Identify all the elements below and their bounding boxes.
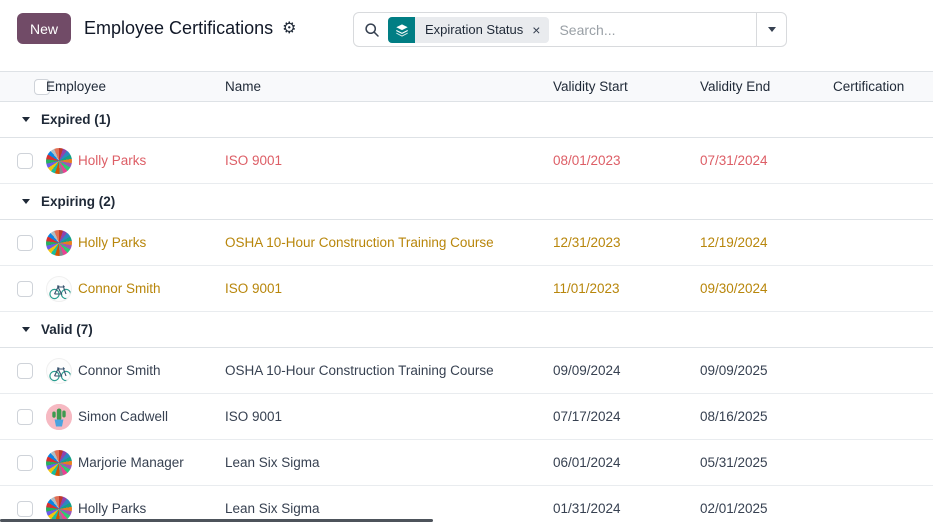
employee-name: Simon Cadwell bbox=[78, 409, 168, 424]
search-bar[interactable]: Expiration Status × Search... bbox=[353, 12, 787, 47]
avatar bbox=[46, 404, 72, 430]
certification-cell bbox=[833, 348, 933, 394]
table-row[interactable]: Holly Parks Lean Six Sigma 01/31/2024 02… bbox=[0, 486, 933, 522]
employee-name: Connor Smith bbox=[78, 281, 161, 296]
certification-cell bbox=[833, 266, 933, 312]
table-row[interactable]: Simon Cadwell ISO 9001 07/17/2024 08/16/… bbox=[0, 394, 933, 440]
validity-end: 08/16/2025 bbox=[700, 394, 833, 440]
search-input[interactable]: Search... bbox=[559, 22, 756, 38]
row-checkbox[interactable] bbox=[17, 235, 33, 251]
new-button[interactable]: New bbox=[17, 13, 71, 44]
group-label: Expiring (2) bbox=[41, 194, 115, 209]
certification-name: OSHA 10-Hour Construction Training Cours… bbox=[225, 348, 553, 394]
employee-name: Holly Parks bbox=[78, 501, 146, 516]
row-checkbox[interactable] bbox=[17, 409, 33, 425]
avatar bbox=[46, 230, 72, 256]
group-header-expired[interactable]: Expired (1) bbox=[0, 102, 933, 138]
table-row[interactable]: Holly Parks OSHA 10-Hour Construction Tr… bbox=[0, 220, 933, 266]
validity-end: 09/09/2025 bbox=[700, 348, 833, 394]
breadcrumb-area: New Employee Certifications ⚙ bbox=[17, 13, 296, 44]
row-checkbox[interactable] bbox=[17, 281, 33, 297]
validity-end: 12/19/2024 bbox=[700, 220, 833, 266]
table-row[interactable]: Holly Parks ISO 9001 08/01/2023 07/31/20… bbox=[0, 138, 933, 184]
control-panel: New Employee Certifications ⚙ bbox=[0, 0, 933, 58]
facet-label: Expiration Status bbox=[415, 17, 531, 43]
chevron-down-icon bbox=[768, 27, 776, 32]
column-header-validity-start[interactable]: Validity Start bbox=[553, 72, 700, 102]
row-checkbox[interactable] bbox=[17, 363, 33, 379]
validity-end: 09/30/2024 bbox=[700, 266, 833, 312]
certification-cell bbox=[833, 486, 933, 522]
page-title: Employee Certifications bbox=[84, 18, 273, 39]
group-label: Expired (1) bbox=[41, 112, 111, 127]
validity-start: 01/31/2024 bbox=[553, 486, 700, 522]
group-caret-icon bbox=[22, 117, 30, 122]
row-checkbox[interactable] bbox=[17, 153, 33, 169]
validity-start: 12/31/2023 bbox=[553, 220, 700, 266]
column-header-certification[interactable]: Certification bbox=[833, 72, 933, 102]
validity-start: 08/01/2023 bbox=[553, 138, 700, 184]
validity-end: 07/31/2024 bbox=[700, 138, 833, 184]
facet-remove-icon[interactable]: × bbox=[531, 17, 549, 43]
certification-cell bbox=[833, 220, 933, 266]
column-header-name[interactable]: Name bbox=[225, 72, 553, 102]
search-options-toggle[interactable] bbox=[756, 13, 786, 46]
certification-cell bbox=[833, 138, 933, 184]
validity-end: 05/31/2025 bbox=[700, 440, 833, 486]
certification-cell bbox=[833, 394, 933, 440]
employee-name: Holly Parks bbox=[78, 153, 146, 168]
column-header-employee[interactable]: Employee bbox=[46, 72, 225, 102]
employee-name: Marjorie Manager bbox=[78, 455, 184, 470]
avatar bbox=[46, 276, 72, 302]
avatar bbox=[46, 450, 72, 476]
gear-icon[interactable]: ⚙ bbox=[282, 21, 296, 37]
certification-name: Lean Six Sigma bbox=[225, 486, 553, 522]
avatar bbox=[46, 358, 72, 384]
search-facet-expiration-status[interactable]: Expiration Status × bbox=[388, 17, 549, 43]
group-header-expiring[interactable]: Expiring (2) bbox=[0, 184, 933, 220]
column-header-validity-end[interactable]: Validity End bbox=[700, 72, 833, 102]
certification-name: ISO 9001 bbox=[225, 394, 553, 440]
validity-start: 07/17/2024 bbox=[553, 394, 700, 440]
employee-certifications-screen: New Employee Certifications ⚙ bbox=[0, 0, 933, 522]
row-checkbox[interactable] bbox=[17, 455, 33, 471]
group-header-valid[interactable]: Valid (7) bbox=[0, 312, 933, 348]
validity-start: 09/09/2024 bbox=[553, 348, 700, 394]
validity-start: 06/01/2024 bbox=[553, 440, 700, 486]
certification-name: ISO 9001 bbox=[225, 266, 553, 312]
table-row[interactable]: Connor Smith OSHA 10-Hour Construction T… bbox=[0, 348, 933, 394]
certification-name: OSHA 10-Hour Construction Training Cours… bbox=[225, 220, 553, 266]
certification-cell bbox=[833, 440, 933, 486]
certification-name: ISO 9001 bbox=[225, 138, 553, 184]
group-label: Valid (7) bbox=[41, 322, 93, 337]
table-row[interactable]: Connor Smith ISO 9001 11/01/2023 09/30/2… bbox=[0, 266, 933, 312]
validity-end: 02/01/2025 bbox=[700, 486, 833, 522]
employee-name: Connor Smith bbox=[78, 363, 161, 378]
table-row[interactable]: Marjorie Manager Lean Six Sigma 06/01/20… bbox=[0, 440, 933, 486]
group-by-layers-icon bbox=[388, 17, 415, 43]
validity-start: 11/01/2023 bbox=[553, 266, 700, 312]
search-icon bbox=[364, 22, 380, 38]
list-view: Employee Name Validity Start Validity En… bbox=[0, 71, 933, 522]
employee-name: Holly Parks bbox=[78, 235, 146, 250]
certification-name: Lean Six Sigma bbox=[225, 440, 553, 486]
row-checkbox[interactable] bbox=[17, 501, 33, 517]
avatar bbox=[46, 148, 72, 174]
avatar bbox=[46, 496, 72, 522]
group-caret-icon bbox=[22, 199, 30, 204]
group-caret-icon bbox=[22, 327, 30, 332]
table-header-row: Employee Name Validity Start Validity En… bbox=[0, 72, 933, 102]
